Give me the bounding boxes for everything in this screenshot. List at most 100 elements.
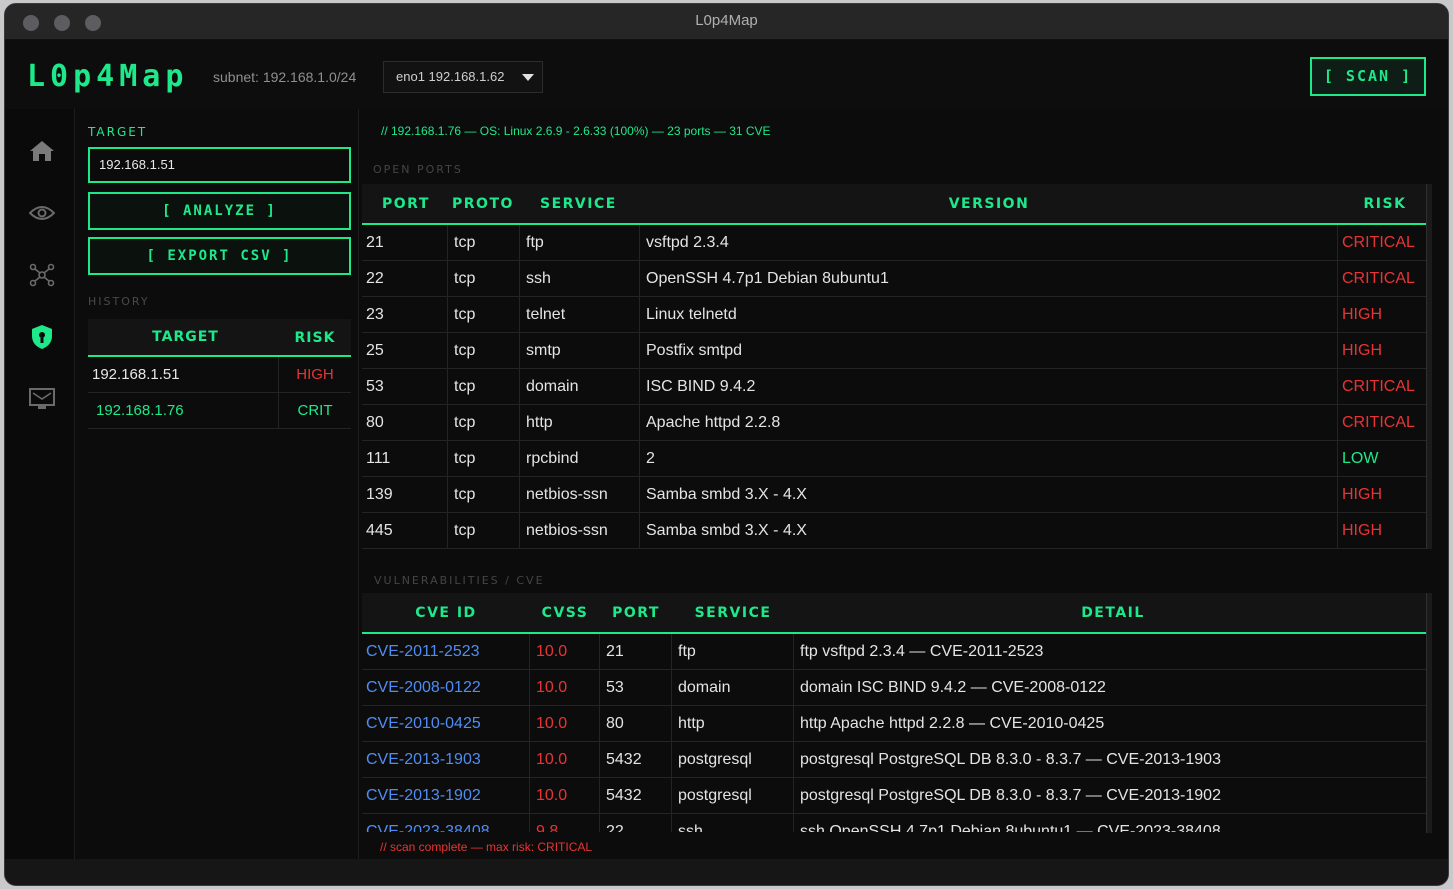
port-cell-risk: CRITICAL bbox=[1342, 234, 1415, 251]
port-cell-port: 139 bbox=[362, 477, 448, 512]
vuln-row[interactable]: CVE-2008-0122 10.0 53 domain domain ISC BIND… bbox=[362, 670, 1432, 706]
scan-button[interactable]: [ SCAN ] bbox=[1310, 57, 1426, 96]
interface-select[interactable]: eno1 192.168.1.62 bbox=[383, 61, 543, 93]
ports-row[interactable]: 53 tcp domain ISC BIND 9.4.2 CRITICAL bbox=[362, 369, 1432, 405]
host-summary: // 192.168.1.76 — OS: Linux 2.6.9 - 2.6.… bbox=[381, 124, 771, 138]
monitor-icon[interactable] bbox=[27, 384, 57, 414]
left-panel: TARGET 192.168.1.51 [ ANALYZE ] [ EXPORT… bbox=[75, 109, 359, 859]
port-cell-risk: CRITICAL bbox=[1342, 414, 1415, 431]
title-bar: L0p4Map bbox=[5, 4, 1448, 40]
network-icon[interactable] bbox=[27, 260, 57, 290]
port-cell-port: 445 bbox=[362, 513, 448, 548]
eye-icon[interactable] bbox=[27, 198, 57, 228]
nav-sidebar bbox=[5, 109, 75, 859]
port-cell-port: 21 bbox=[362, 225, 448, 260]
history-label: HISTORY bbox=[88, 295, 150, 308]
history-row[interactable]: 192.168.1.76 CRIT bbox=[88, 393, 351, 429]
ports-header: PORT PROTO SERVICE VERSION RISK bbox=[362, 184, 1432, 225]
analyze-button[interactable]: [ ANALYZE ] bbox=[88, 192, 351, 230]
vulns-scrollbar[interactable] bbox=[1426, 593, 1432, 833]
vuln-cell-cvss: 10.0 bbox=[530, 634, 600, 669]
cve-link[interactable]: CVE-2010-0425 bbox=[362, 706, 530, 741]
port-cell-service: netbios-ssn bbox=[520, 513, 640, 548]
target-label: TARGET bbox=[88, 125, 148, 139]
ports-row[interactable]: 139 tcp netbios-ssn Samba smbd 3.X - 4.X HIG… bbox=[362, 477, 1432, 513]
ports-row[interactable]: 23 tcp telnet Linux telnetd HIGH bbox=[362, 297, 1432, 333]
port-cell-proto: tcp bbox=[448, 261, 520, 296]
vuln-cell-service: http bbox=[672, 706, 794, 741]
history-target: 192.168.1.76 bbox=[88, 393, 279, 428]
port-cell-port: 22 bbox=[362, 261, 448, 296]
shield-icon[interactable] bbox=[27, 322, 57, 352]
history-col-risk: RISK bbox=[294, 330, 336, 346]
ports-row[interactable]: 445 tcp netbios-ssn Samba smbd 3.X - 4.X HIG… bbox=[362, 513, 1432, 549]
vulns-col-service: SERVICE bbox=[694, 605, 772, 621]
port-cell-port: 111 bbox=[362, 441, 448, 476]
ports-col-version: VERSION bbox=[948, 196, 1030, 212]
port-cell-service: netbios-ssn bbox=[520, 477, 640, 512]
port-cell-proto: tcp bbox=[448, 225, 520, 260]
vuln-cell-port: 5432 bbox=[600, 742, 672, 777]
port-cell-risk: LOW bbox=[1342, 450, 1379, 467]
port-cell-service: smtp bbox=[520, 333, 640, 368]
ports-row[interactable]: 22 tcp ssh OpenSSH 4.7p1 Debian 8ubuntu1 CRI… bbox=[362, 261, 1432, 297]
vuln-cell-cvss: 10.0 bbox=[530, 742, 600, 777]
port-cell-version: Apache httpd 2.2.8 bbox=[640, 405, 1338, 440]
vuln-cell-port: 53 bbox=[600, 670, 672, 705]
window-title: L0p4Map bbox=[695, 12, 758, 29]
vuln-cell-detail: ftp vsftpd 2.3.4 — CVE-2011-2523 bbox=[800, 643, 1044, 660]
port-cell-service: ssh bbox=[520, 261, 640, 296]
ports-row[interactable]: 25 tcp smtp Postfix smtpd HIGH bbox=[362, 333, 1432, 369]
vuln-row[interactable]: CVE-2010-0425 10.0 80 http http Apache httpd… bbox=[362, 706, 1432, 742]
ports-row[interactable]: 21 tcp ftp vsftpd 2.3.4 CRITICAL bbox=[362, 225, 1432, 261]
history-row[interactable]: 192.168.1.51 HIGH bbox=[88, 357, 351, 393]
port-cell-risk: HIGH bbox=[1342, 486, 1382, 503]
chevron-down-icon bbox=[522, 74, 534, 81]
ports-col-risk: RISK bbox=[1363, 196, 1407, 212]
vuln-cell-service: postgresql bbox=[672, 778, 794, 813]
vuln-row[interactable]: CVE-2023-38408 9.8 22 ssh ssh OpenSSH 4.7p1 … bbox=[362, 814, 1432, 832]
vuln-cell-cvss: 10.0 bbox=[530, 706, 600, 741]
export-csv-button[interactable]: [ EXPORT CSV ] bbox=[88, 237, 351, 275]
vuln-cell-detail: ssh OpenSSH 4.7p1 Debian 8ubuntu1 — CVE-… bbox=[800, 823, 1221, 832]
vuln-cell-service: ftp bbox=[672, 634, 794, 669]
app-window: L0p4Map L0p4Map subnet: 192.168.1.0/24 e… bbox=[4, 3, 1449, 886]
ports-col-proto: PROTO bbox=[452, 196, 514, 212]
vulns-col-cve-id: CVE ID bbox=[415, 605, 477, 621]
port-cell-proto: tcp bbox=[448, 477, 520, 512]
cve-link[interactable]: CVE-2023-38408 bbox=[362, 814, 530, 832]
port-cell-risk: CRITICAL bbox=[1342, 378, 1415, 395]
cve-link[interactable]: CVE-2013-1903 bbox=[362, 742, 530, 777]
interface-value: eno1 192.168.1.62 bbox=[396, 69, 505, 84]
vuln-row[interactable]: CVE-2013-1902 10.0 5432 postgresql postgresq… bbox=[362, 778, 1432, 814]
vuln-row[interactable]: CVE-2013-1903 10.0 5432 postgresql postgresq… bbox=[362, 742, 1432, 778]
vuln-row[interactable]: CVE-2011-2523 10.0 21 ftp ftp vsftpd 2.3.4 —… bbox=[362, 634, 1432, 670]
history-risk: HIGH bbox=[296, 366, 334, 383]
port-cell-service: domain bbox=[520, 369, 640, 404]
history-header: TARGET RISK bbox=[88, 319, 351, 357]
home-icon[interactable] bbox=[27, 136, 57, 166]
port-cell-port: 53 bbox=[362, 369, 448, 404]
ports-scrollbar[interactable] bbox=[1426, 184, 1432, 549]
target-input[interactable]: 192.168.1.51 bbox=[88, 147, 351, 183]
ports-col-port: PORT bbox=[382, 196, 430, 212]
cve-link[interactable]: CVE-2013-1902 bbox=[362, 778, 530, 813]
vulns-header: CVE ID CVSS PORT SERVICE DETAIL bbox=[362, 593, 1432, 634]
port-cell-risk: HIGH bbox=[1342, 306, 1382, 323]
vuln-cell-cvss: 10.0 bbox=[530, 778, 600, 813]
port-cell-service: http bbox=[520, 405, 640, 440]
port-cell-proto: tcp bbox=[448, 333, 520, 368]
ports-row[interactable]: 111 tcp rpcbind 2 LOW bbox=[362, 441, 1432, 477]
ports-row[interactable]: 80 tcp http Apache httpd 2.2.8 CRITICAL bbox=[362, 405, 1432, 441]
port-cell-port: 25 bbox=[362, 333, 448, 368]
vuln-cell-service: domain bbox=[672, 670, 794, 705]
ports-col-service: SERVICE bbox=[540, 196, 617, 212]
port-cell-version: Samba smbd 3.X - 4.X bbox=[640, 477, 1338, 512]
vuln-cell-cvss: 10.0 bbox=[530, 670, 600, 705]
vuln-cell-detail: domain ISC BIND 9.4.2 — CVE-2008-0122 bbox=[800, 679, 1106, 696]
port-cell-proto: tcp bbox=[448, 441, 520, 476]
cve-link[interactable]: CVE-2011-2523 bbox=[362, 634, 530, 669]
vuln-cell-port: 21 bbox=[600, 634, 672, 669]
cve-link[interactable]: CVE-2008-0122 bbox=[362, 670, 530, 705]
history-table: TARGET RISK 192.168.1.51 HIGH 192.168.1.76… bbox=[88, 319, 351, 429]
